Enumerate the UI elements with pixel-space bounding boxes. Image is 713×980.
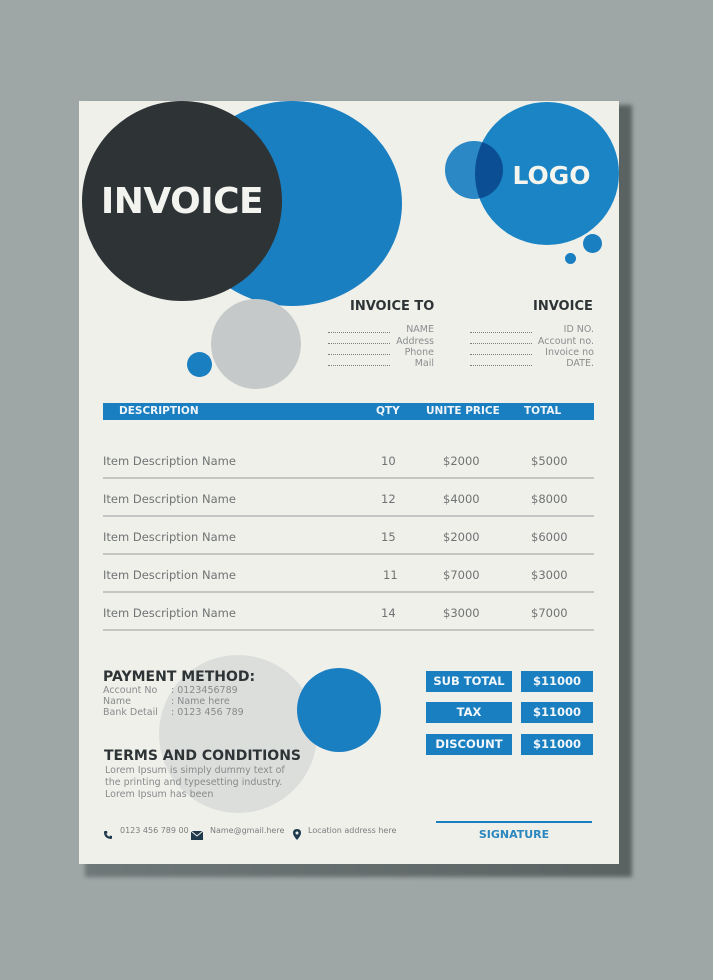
blue-payment-circle	[297, 668, 381, 752]
col-unit-price: UNITE PRICE	[426, 405, 500, 417]
subtotal-label: SUB TOTAL	[426, 671, 512, 692]
row-qty: 14	[381, 606, 396, 620]
name-label: Name	[103, 696, 132, 707]
table-header: DESCRIPTION QTY UNITE PRICE TOTAL	[103, 403, 594, 420]
row-qty: 10	[381, 454, 396, 468]
row-total: $6000	[531, 530, 568, 544]
row-price: $2000	[443, 530, 480, 544]
row-price: $7000	[443, 568, 480, 582]
footer-email[interactable]: Name@gmail.here	[210, 826, 284, 835]
phone-icon	[103, 825, 113, 844]
name-value: : Name here	[171, 696, 230, 707]
logo-dot-large	[583, 234, 602, 253]
row-divider	[103, 629, 594, 631]
invoice-to-heading: INVOICE TO	[350, 299, 435, 314]
footer-phone: 0123 456 789 00	[120, 826, 189, 835]
discount-label: DISCOUNT	[426, 734, 512, 755]
grey-decor-circle	[211, 299, 301, 389]
invoice-to-name-label: NAME	[406, 324, 434, 335]
table-row: Item Description Name 10 $2000 $5000	[103, 441, 594, 479]
row-description: Item Description Name	[103, 492, 236, 506]
row-total: $3000	[531, 568, 568, 582]
table-row: Item Description Name 14 $3000 $7000	[103, 593, 594, 631]
logo-overlap	[445, 141, 503, 199]
invoice-page: INVOICE LOGO INVOICE TO NAME Address Pho…	[79, 101, 619, 864]
blue-decor-dot	[187, 352, 212, 377]
date-label: DATE.	[566, 358, 594, 369]
logo-text: LOGO	[512, 161, 591, 190]
row-description: Item Description Name	[103, 454, 236, 468]
subtotal-value: $11000	[521, 671, 593, 692]
account-no-label: Account no.	[537, 336, 594, 347]
row-total: $5000	[531, 454, 568, 468]
row-description: Item Description Name	[103, 568, 236, 582]
invoice-to-phone-label: Phone	[404, 347, 434, 358]
row-price: $2000	[443, 454, 480, 468]
logo-dot-small	[565, 253, 576, 264]
id-no-label: ID NO.	[563, 324, 594, 335]
row-qty: 15	[381, 530, 396, 544]
signature-label: SIGNATURE	[478, 828, 550, 841]
discount-value: $11000	[521, 734, 593, 755]
account-no-label: Account No	[103, 685, 158, 696]
invoice-to-mail-label: Mail	[414, 358, 434, 369]
row-qty: 11	[383, 568, 398, 582]
mail-icon	[190, 825, 204, 844]
account-no-value: : 0123456789	[171, 685, 238, 696]
tax-label: TAX	[426, 702, 512, 723]
row-price: $4000	[443, 492, 480, 506]
terms-heading: TERMS AND CONDITIONS	[104, 748, 302, 764]
col-total: TOTAL	[524, 405, 562, 417]
row-description: Item Description Name	[103, 606, 236, 620]
signature-line[interactable]	[436, 821, 592, 823]
terms-text: Lorem Ipsum is simply dummy text of the …	[105, 765, 285, 800]
invoice-to-address-label: Address	[396, 336, 434, 347]
col-qty: QTY	[376, 405, 400, 417]
bank-detail-value: : 0123 456 789	[171, 707, 244, 718]
table-row: Item Description Name 12 $4000 $8000	[103, 479, 594, 517]
table-row: Item Description Name 15 $2000 $6000	[103, 517, 594, 555]
row-total: $7000	[531, 606, 568, 620]
invoice-no-label: Invoice no	[545, 347, 594, 358]
row-price: $3000	[443, 606, 480, 620]
table-row: Item Description Name 11 $7000 $3000	[103, 555, 594, 593]
invoice-info-heading: INVOICE	[533, 299, 593, 314]
payment-method-heading: PAYMENT METHOD:	[103, 669, 256, 685]
footer-location: Location address here	[308, 826, 397, 835]
bank-detail-label: Bank Detail	[103, 707, 158, 718]
location-pin-icon	[293, 825, 301, 844]
invoice-title: INVOICE	[100, 181, 264, 222]
row-qty: 12	[381, 492, 396, 506]
tax-value: $11000	[521, 702, 593, 723]
row-total: $8000	[531, 492, 568, 506]
row-description: Item Description Name	[103, 530, 236, 544]
col-description: DESCRIPTION	[119, 405, 199, 417]
